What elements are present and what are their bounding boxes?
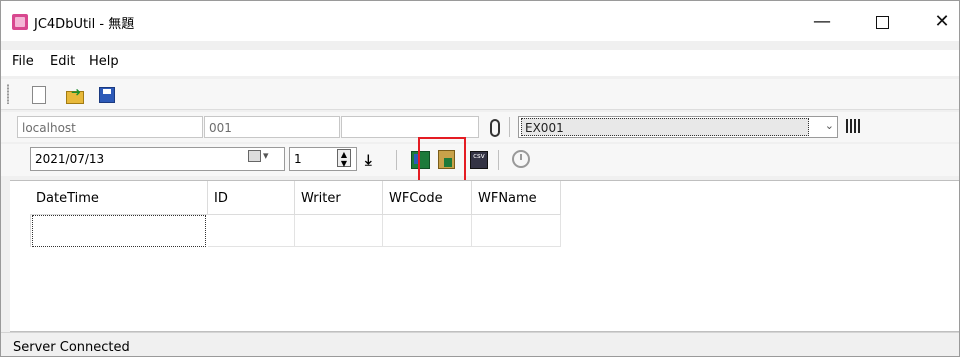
calendar-dropdown-button[interactable]: ▾	[248, 149, 278, 167]
toolbar-separator	[509, 117, 510, 137]
save-disk-icon[interactable]	[97, 85, 117, 105]
file-toolbar	[1, 79, 959, 110]
grid-cell-writer[interactable]	[295, 215, 383, 247]
status-bar	[1, 332, 959, 356]
menu-edit[interactable]: Edit	[50, 54, 75, 69]
grid-cell-wfname[interactable]	[472, 215, 561, 247]
toolbar-separator	[498, 150, 499, 170]
date-picker[interactable]: 2021/07/13	[30, 147, 285, 171]
status-text: Server Connected	[13, 340, 130, 355]
host-field[interactable]: localhost	[17, 116, 203, 138]
grid-cell-wfcode[interactable]	[383, 215, 472, 247]
grid-cell-datetime[interactable]	[32, 215, 206, 247]
barcode-icon[interactable]	[846, 119, 860, 133]
title-bar: JC4DbUtil - 無題 — ✕	[1, 1, 959, 41]
column-header-wfcode[interactable]: WFCode	[383, 181, 472, 215]
extra-field[interactable]	[341, 116, 479, 138]
column-header-id[interactable]: ID	[208, 181, 295, 215]
schema-select[interactable]: EX001 ⌄	[518, 116, 838, 138]
toolbar-grip[interactable]	[7, 84, 9, 104]
window-title: JC4DbUtil - 無題	[34, 17, 135, 32]
minimize-button[interactable]: —	[807, 11, 837, 33]
app-window: JC4DbUtil - 無題 — ✕ File Edit Help ➜ loca…	[0, 0, 960, 357]
new-file-icon[interactable]	[29, 85, 49, 105]
download-icon[interactable]: ⤓	[365, 151, 372, 169]
menu-bar: File Edit Help	[1, 50, 959, 76]
toolbar-separator	[396, 150, 397, 170]
port-field[interactable]: 001	[204, 116, 340, 138]
csv-disk-icon[interactable]: csv	[470, 151, 488, 169]
chevron-down-icon[interactable]: ⌄	[825, 119, 834, 132]
stepper-buttons[interactable]: ▲ ▼	[337, 149, 351, 168]
menu-file[interactable]: File	[12, 54, 34, 69]
app-icon	[12, 14, 28, 30]
column-header-wfname[interactable]: WFName	[472, 181, 561, 215]
history-clock-icon[interactable]	[512, 150, 530, 168]
menu-help[interactable]: Help	[89, 54, 119, 69]
attach-icon[interactable]	[487, 119, 501, 137]
row-header[interactable]	[10, 181, 31, 247]
grid-cell-id[interactable]	[208, 215, 295, 247]
maximize-button[interactable]	[867, 11, 897, 33]
open-folder-icon[interactable]: ➜	[65, 85, 85, 105]
close-button[interactable]: ✕	[927, 11, 957, 33]
schema-select-value: EX001	[521, 118, 809, 136]
column-header-writer[interactable]: Writer	[295, 181, 383, 215]
column-header-datetime[interactable]: DateTime	[30, 181, 208, 215]
calendar-icon	[248, 150, 261, 162]
